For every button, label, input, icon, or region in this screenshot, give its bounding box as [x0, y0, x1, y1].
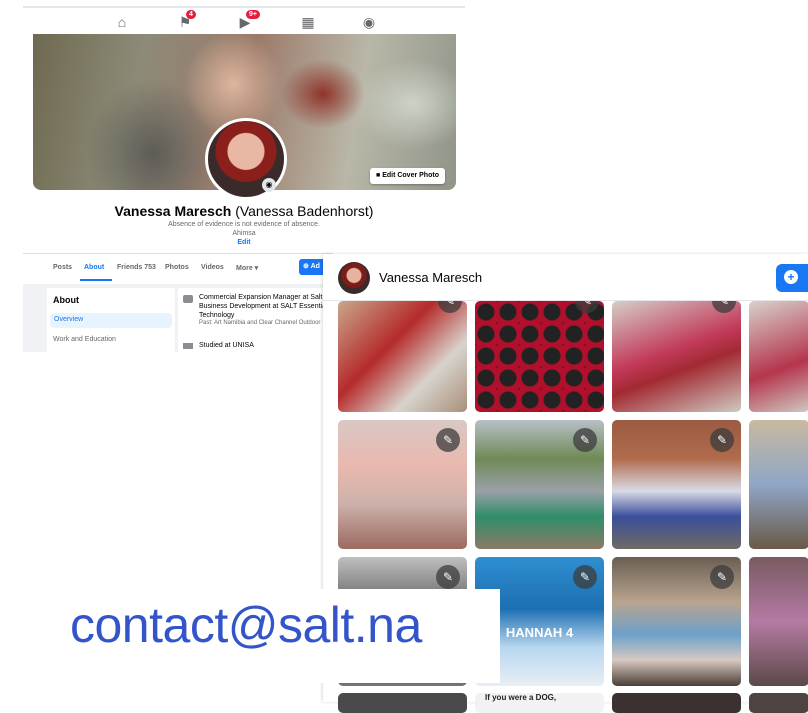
marketplace-icon[interactable]: ▦ [299, 14, 317, 30]
album-photo[interactable] [749, 693, 808, 713]
profile-tabs: Posts About Friends 753 Photos Videos Mo… [23, 253, 333, 282]
album-photo[interactable] [338, 693, 467, 713]
tab-about[interactable]: About [84, 264, 104, 271]
pencil-icon[interactable]: ✎ [573, 565, 597, 589]
camera-icon[interactable]: ◉ [262, 178, 276, 192]
album-photo[interactable]: ✎ [338, 301, 467, 412]
album-photo[interactable] [749, 557, 808, 686]
album-owner-name[interactable]: Vanessa Maresch [379, 270, 482, 285]
album-photo[interactable] [749, 420, 808, 549]
album-add-button[interactable]: + [776, 264, 808, 292]
album-photo[interactable]: ✎ [338, 420, 467, 549]
add-button-label: Ad [310, 263, 320, 270]
album-photo[interactable] [749, 301, 808, 412]
album-photo[interactable]: ✎ [612, 420, 741, 549]
album-photo[interactable]: ✎ [612, 301, 741, 412]
pencil-icon[interactable]: ✎ [710, 565, 734, 589]
flag-icon[interactable]: ⚑ 4 [176, 10, 196, 30]
profile-name-text: Vanessa Maresch [114, 203, 232, 219]
album-photo[interactable]: ✎ [475, 301, 604, 412]
album-owner-avatar[interactable] [338, 262, 370, 294]
pencil-icon[interactable]: ✎ [438, 301, 462, 313]
pencil-icon[interactable]: ✎ [436, 428, 460, 452]
education-entry: Studied at UNISA [199, 342, 254, 349]
notification-badge: 9+ [246, 10, 260, 19]
job-title: Commercial Expansion Manager at Salt I B… [199, 294, 328, 319]
about-nav-overview-label: Overview [54, 316, 84, 323]
album-photo[interactable]: ✎ [475, 420, 604, 549]
tab-friends[interactable]: Friends 753 [117, 264, 156, 271]
album-photo[interactable]: ✎ [612, 557, 741, 686]
edit-cover-photo-button[interactable]: ■ Edit Cover Photo [370, 168, 445, 184]
briefcase-icon [183, 295, 193, 303]
about-nav-overview[interactable]: Overview [50, 313, 172, 328]
pencil-icon[interactable]: ✎ [436, 565, 460, 589]
pencil-icon[interactable]: ✎ [575, 301, 599, 313]
tab-more[interactable]: More ▾ [236, 264, 258, 272]
watch-icon[interactable]: ▶ 9+ [236, 10, 260, 30]
pencil-icon[interactable]: ✎ [712, 301, 736, 313]
about-heading: About [53, 295, 79, 305]
plus-icon: + [784, 270, 798, 284]
profile-alt-name: (Vanessa Badenhorst) [235, 203, 374, 219]
graduation-cap-icon [183, 343, 193, 349]
contact-email: contact@salt.na [70, 597, 422, 653]
notification-badge: 4 [186, 10, 196, 19]
edit-cover-label: Edit Cover Photo [382, 172, 439, 179]
album-photo[interactable] [612, 693, 741, 713]
home-icon[interactable]: ⌂ [113, 14, 131, 30]
pencil-icon[interactable]: ✎ [710, 428, 734, 452]
bio-line: Ahimsa [232, 230, 256, 237]
photo-caption: If you were a DOG, [485, 693, 557, 702]
plus-icon: ⊕ [303, 263, 311, 270]
tab-photos[interactable]: Photos [165, 264, 189, 271]
profile-name: Vanessa Maresch (Vanessa Badenhorst) [23, 203, 465, 219]
tab-posts[interactable]: Posts [53, 264, 72, 271]
tab-videos[interactable]: Videos [201, 264, 224, 271]
pencil-icon[interactable]: ✎ [573, 428, 597, 452]
groups-icon[interactable]: ◉ [360, 14, 378, 30]
edit-bio-link[interactable]: Edit [23, 239, 465, 246]
album-photo[interactable]: If you were a DOG, [475, 693, 604, 713]
active-tab-indicator [80, 279, 112, 281]
job-past: Past: Art Namibia and Clear Channel Outd… [199, 320, 321, 326]
bio-line: Absence of evidence is not evidence of a… [168, 221, 320, 228]
about-nav-work-education[interactable]: Work and Education [53, 336, 116, 343]
